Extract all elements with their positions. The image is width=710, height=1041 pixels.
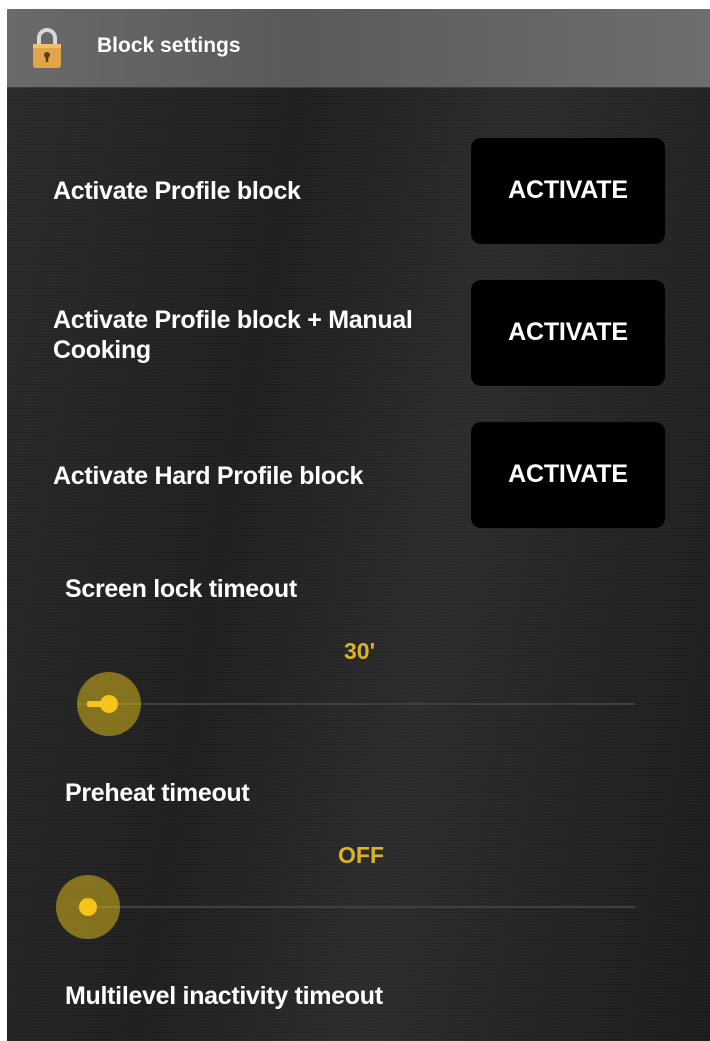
screen-lock-timeout-label: Screen lock timeout [65,575,297,603]
activate-profile-manual-block-button[interactable]: ACTIVATE [471,280,665,386]
activate-hard-profile-block-button[interactable]: ACTIVATE [471,422,665,528]
activate-profile-block-button[interactable]: ACTIVATE [471,138,665,244]
preheat-timeout-track[interactable] [77,906,635,908]
lock-icon [33,28,61,68]
preheat-timeout-label: Preheat timeout [65,779,250,807]
page-title: Block settings [97,34,241,57]
block-settings-screen: Block settings Activate Profile block AC… [7,9,710,1041]
preheat-timeout-value: OFF [338,842,384,868]
profile-manual-block-label: Activate Profile block + Manual Cooking [53,306,413,364]
screen-lock-timeout-thumb[interactable] [77,672,141,736]
thumb-core [79,898,97,916]
screen-lock-timeout-track[interactable] [77,703,635,705]
thumb-core [100,695,118,713]
profile-block-label: Activate Profile block [53,177,301,205]
screen-lock-timeout-value: 30' [344,638,376,664]
multilevel-inactivity-timeout-label: Multilevel inactivity timeout [65,982,383,1010]
hard-profile-block-label: Activate Hard Profile block [53,462,364,490]
preheat-timeout-thumb[interactable] [56,875,120,939]
title-bar: Block settings [7,9,710,88]
